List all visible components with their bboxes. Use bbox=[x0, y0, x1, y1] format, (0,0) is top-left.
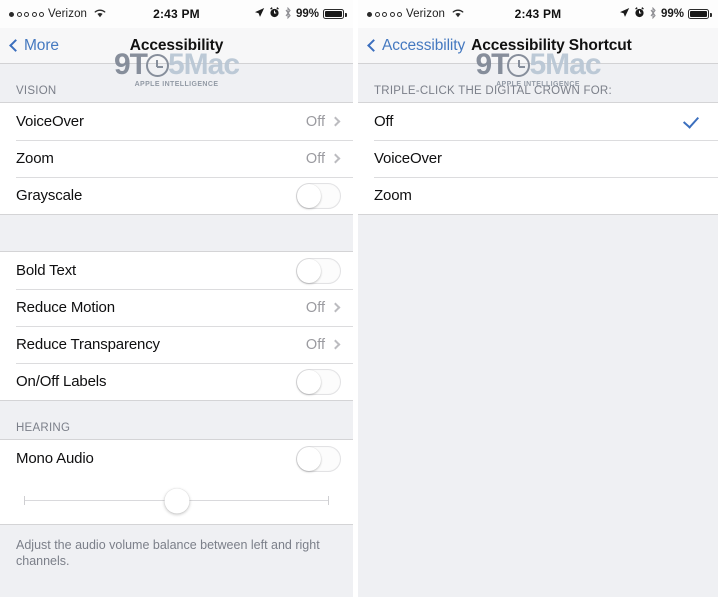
signal-strength-dots bbox=[367, 11, 402, 17]
chevron-left-icon bbox=[367, 39, 380, 52]
audio-balance-slider[interactable] bbox=[24, 488, 329, 513]
audio-balance-slider-row[interactable] bbox=[0, 477, 353, 525]
row-label: Grayscale bbox=[16, 187, 83, 204]
battery-full-icon bbox=[323, 9, 347, 19]
chevron-left-icon bbox=[9, 39, 22, 52]
row-zoom[interactable]: Zoom Off bbox=[0, 140, 353, 177]
balance-footnote: Adjust the audio volume balance between … bbox=[0, 525, 353, 583]
row-voiceover[interactable]: VoiceOver Off bbox=[0, 103, 353, 140]
section-display-rows: Bold Text Reduce Motion Off Reduce Trans… bbox=[0, 251, 353, 401]
shortcut-option-rows: Off VoiceOver Zoom bbox=[358, 102, 718, 215]
row-label: VoiceOver bbox=[374, 150, 442, 167]
wifi-icon bbox=[94, 8, 106, 21]
row-label: Reduce Motion bbox=[16, 299, 115, 316]
row-label: On/Off Labels bbox=[16, 373, 107, 390]
row-label: Bold Text bbox=[16, 262, 77, 279]
status-bar-left: Verizon 2:43 PM 99% bbox=[0, 0, 353, 28]
row-label: Mono Audio bbox=[16, 450, 94, 467]
carrier-label: Verizon bbox=[48, 8, 88, 20]
settings-list-left: VISION VoiceOver Off Zoom Off Grayscale … bbox=[0, 64, 353, 597]
status-bar-carrier-group: Verizon bbox=[9, 8, 106, 21]
row-value: Off bbox=[305, 336, 325, 353]
status-bar-indicators: 99% bbox=[619, 6, 712, 22]
bluetooth-icon bbox=[284, 6, 292, 22]
row-on-off-labels[interactable]: On/Off Labels bbox=[0, 363, 353, 400]
nav-bar-right: Accessibility Accessibility Shortcut bbox=[358, 28, 718, 64]
row-label: Off bbox=[374, 113, 394, 130]
page-title: Accessibility Shortcut bbox=[471, 36, 632, 54]
carrier-label: Verizon bbox=[406, 8, 446, 20]
option-row-off[interactable]: Off bbox=[358, 103, 718, 140]
checkmark-icon bbox=[682, 111, 700, 129]
back-button-label: More bbox=[24, 36, 59, 54]
battery-full-icon bbox=[688, 9, 712, 19]
status-bar-carrier-group: Verizon bbox=[367, 8, 464, 21]
chevron-right-icon bbox=[330, 153, 341, 164]
battery-percent-label: 99% bbox=[295, 8, 319, 20]
signal-strength-dots bbox=[9, 11, 44, 17]
chevron-right-icon bbox=[330, 302, 341, 313]
alarm-clock-icon bbox=[269, 7, 280, 21]
slider-knob[interactable] bbox=[164, 488, 189, 513]
back-button-more[interactable]: More bbox=[0, 37, 59, 55]
bluetooth-icon bbox=[649, 6, 657, 22]
location-arrow-icon bbox=[254, 7, 265, 21]
bold-text-toggle[interactable] bbox=[296, 257, 341, 284]
row-mono-audio[interactable]: Mono Audio bbox=[0, 440, 353, 477]
back-button-accessibility[interactable]: Accessibility bbox=[358, 37, 465, 55]
grayscale-toggle[interactable] bbox=[296, 182, 341, 209]
row-value: Off bbox=[305, 113, 325, 130]
back-button-label: Accessibility bbox=[382, 36, 466, 54]
row-label: Zoom bbox=[374, 187, 412, 204]
row-value: Off bbox=[305, 150, 325, 167]
battery-percent-label: 99% bbox=[660, 8, 684, 20]
list-filler bbox=[0, 583, 353, 597]
row-bold-text[interactable]: Bold Text bbox=[0, 252, 353, 289]
section-header-triple-click: TRIPLE-CLICK THE DIGITAL CROWN FOR: bbox=[358, 64, 718, 102]
row-label: Zoom bbox=[16, 150, 54, 167]
section-hearing-rows: Mono Audio bbox=[0, 439, 353, 477]
nav-bar-left: More Accessibility bbox=[0, 28, 353, 64]
chevron-right-icon bbox=[330, 116, 341, 127]
status-bar-indicators: 99% bbox=[254, 6, 347, 22]
wifi-icon bbox=[452, 8, 464, 21]
list-filler bbox=[358, 215, 718, 597]
left-phone-screen: Verizon 2:43 PM 99% More Accessibility 9… bbox=[0, 0, 353, 597]
status-bar-right: Verizon 2:43 PM 99% bbox=[358, 0, 718, 28]
mono-audio-toggle[interactable] bbox=[296, 445, 341, 472]
row-reduce-motion[interactable]: Reduce Motion Off bbox=[0, 289, 353, 326]
section-gap bbox=[0, 215, 353, 251]
section-vision-rows: VoiceOver Off Zoom Off Grayscale bbox=[0, 102, 353, 215]
row-label: Reduce Transparency bbox=[16, 336, 160, 353]
dual-screenshot-container: Verizon 2:43 PM 99% More Accessibility 9… bbox=[0, 0, 718, 597]
alarm-clock-icon bbox=[634, 7, 645, 21]
row-value: Off bbox=[305, 299, 325, 316]
shortcut-options-list: TRIPLE-CLICK THE DIGITAL CROWN FOR: Off … bbox=[358, 64, 718, 597]
right-phone-screen: Verizon 2:43 PM 99% Accessibility Access… bbox=[358, 0, 718, 597]
row-label: VoiceOver bbox=[16, 113, 84, 130]
row-grayscale[interactable]: Grayscale bbox=[0, 177, 353, 214]
option-row-voiceover[interactable]: VoiceOver bbox=[358, 140, 718, 177]
section-header-vision: VISION bbox=[0, 64, 353, 102]
chevron-right-icon bbox=[330, 339, 341, 350]
location-arrow-icon bbox=[619, 7, 630, 21]
row-reduce-transparency[interactable]: Reduce Transparency Off bbox=[0, 326, 353, 363]
option-row-zoom[interactable]: Zoom bbox=[358, 177, 718, 214]
on-off-labels-toggle[interactable] bbox=[296, 368, 341, 395]
section-header-hearing: HEARING bbox=[0, 401, 353, 439]
